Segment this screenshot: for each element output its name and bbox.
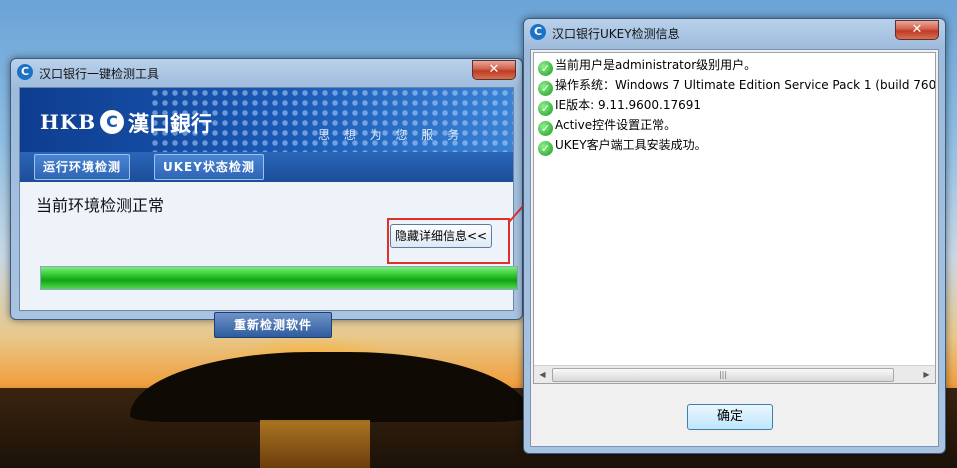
close-button[interactable]: ✕	[895, 20, 939, 40]
progress-bar	[40, 266, 518, 290]
green-check-icon: ✓	[538, 101, 553, 116]
list-item: ✓ IE版本: 9.11.9600.17691	[538, 95, 935, 116]
info-text: Active控件设置正常。	[555, 118, 677, 132]
green-check-icon: ✓	[538, 141, 553, 156]
tab-environment-check[interactable]: 运行环境检测	[34, 154, 131, 180]
info-text: IE版本: 9.11.9600.17691	[555, 98, 702, 112]
scroll-left-icon[interactable]: ◀	[534, 366, 551, 383]
ukey-info-window: C 汉口银行UKEY检测信息 ✕ ✓ 当前用户是administrator级别用户…	[523, 18, 946, 454]
window-content: ✓ 当前用户是administrator级别用户。 ✓ 操作系统：Windows 7…	[530, 49, 939, 447]
scroll-thumb[interactable]: |||	[552, 368, 894, 382]
info-text: 当前用户是administrator级别用户。	[555, 58, 757, 72]
title-bar[interactable]: C 汉口银行一键检测工具 ✕	[11, 59, 522, 85]
info-list-panel[interactable]: ✓ 当前用户是administrator级别用户。 ✓ 操作系统：Windows 7…	[533, 52, 936, 384]
info-text: 操作系统：Windows 7 Ultimate Edition Service …	[555, 78, 936, 92]
detection-tool-window: C 汉口银行一键检测工具 ✕ HKB C 漢口銀行 思 想 为 您 服 务 运行…	[10, 58, 523, 338]
sun-reflection	[260, 420, 370, 468]
list-item: ✓ UKEY客户端工具安装成功。	[538, 135, 935, 156]
green-check-icon: ✓	[538, 81, 553, 96]
green-check-icon: ✓	[538, 61, 553, 76]
tab-ukey-check[interactable]: UKEY状态检测	[154, 154, 264, 180]
bank-banner: HKB C 漢口銀行 思 想 为 您 服 务	[20, 88, 513, 152]
highlight-annotation	[387, 218, 510, 264]
logo-en: HKB	[40, 110, 97, 134]
list-item: ✓ Active控件设置正常。	[538, 115, 935, 136]
status-text: 当前环境检测正常	[36, 196, 165, 215]
info-list: ✓ 当前用户是administrator级别用户。 ✓ 操作系统：Windows 7…	[538, 55, 936, 156]
slogan: 思 想 为 您 服 务	[318, 128, 465, 142]
title-bar[interactable]: C 汉口银行UKEY检测信息 ✕	[524, 19, 945, 45]
green-check-icon: ✓	[538, 121, 553, 136]
progress-fill	[41, 267, 517, 289]
tab-strip: 运行环境检测 UKEY状态检测	[20, 152, 513, 182]
list-item: ✓ 当前用户是administrator级别用户。	[538, 55, 935, 76]
scroll-right-icon[interactable]: ▶	[918, 366, 935, 383]
window-title: 汉口银行UKEY检测信息	[552, 27, 680, 41]
redetect-button[interactable]: 重新检测软件	[214, 312, 332, 338]
bank-logo-icon: C	[530, 24, 546, 40]
logo-cn: 漢口銀行	[128, 111, 212, 136]
info-text: UKEY客户端工具安装成功。	[555, 138, 707, 152]
horizontal-scrollbar[interactable]: ◀ ||| ▶	[534, 365, 935, 383]
close-button[interactable]: ✕	[472, 60, 516, 80]
window-title: 汉口银行一键检测工具	[39, 67, 160, 81]
bank-logo-icon: C	[17, 64, 33, 80]
bank-logo-icon: C	[100, 110, 124, 134]
window-content: HKB C 漢口銀行 思 想 为 您 服 务 运行环境检测 UKEY状态检测 当…	[19, 87, 518, 338]
list-item: ✓ 操作系统：Windows 7 Ultimate Edition Service…	[538, 75, 936, 96]
island-silhouette	[130, 352, 530, 422]
ok-button[interactable]: 确定	[687, 404, 773, 430]
